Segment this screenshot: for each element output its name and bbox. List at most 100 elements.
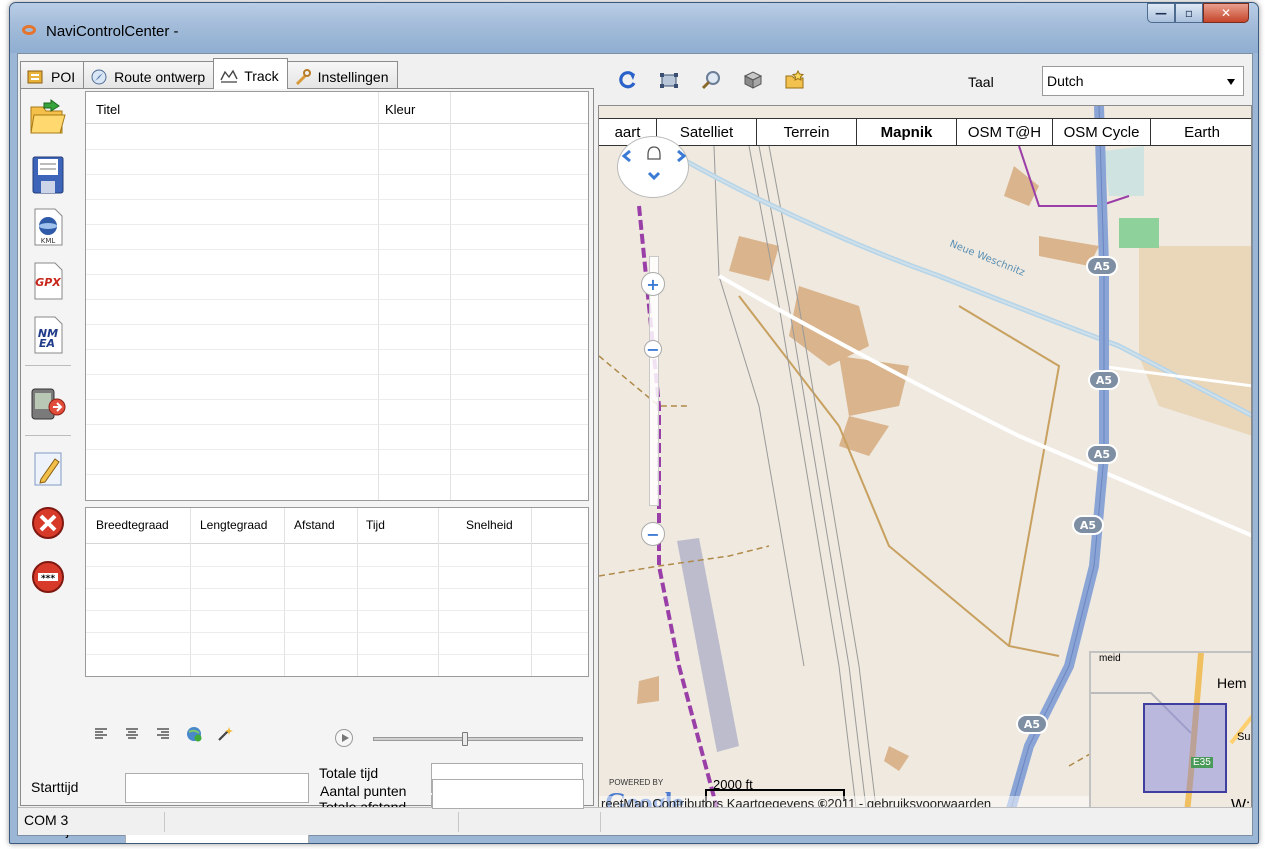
slider-thumb[interactable] — [462, 732, 468, 746]
open-folder-star-icon[interactable] — [784, 69, 806, 91]
table-row — [86, 299, 588, 300]
chevron-down-icon — [1227, 79, 1235, 85]
header-kleur[interactable]: Kleur — [385, 102, 415, 117]
window-title: NaviControlCenter - — [46, 23, 179, 40]
tab-track[interactable]: Track — [213, 58, 288, 89]
header-lengtegraad[interactable]: Lengtegraad — [200, 518, 267, 532]
track-list-header: Titel Kleur — [86, 92, 588, 124]
road-label-a5: A5 — [1024, 718, 1040, 731]
zoom-out-button[interactable]: − — [641, 522, 665, 546]
header-breedtegraad[interactable]: Breedtegraad — [96, 518, 169, 532]
table-row — [86, 249, 588, 250]
align-center-icon[interactable] — [124, 726, 140, 742]
tab-instellingen[interactable]: Instellingen — [286, 61, 398, 89]
save-icon[interactable] — [29, 155, 67, 195]
table-row — [86, 632, 588, 633]
edit-pencil-icon[interactable] — [29, 449, 67, 489]
table-row — [86, 274, 588, 275]
column-divider — [357, 508, 358, 676]
play-button[interactable] — [335, 729, 353, 747]
playback-slider[interactable] — [373, 732, 583, 746]
compass-icon — [91, 69, 107, 85]
toolbar-separator — [25, 435, 71, 436]
points-toolbar — [93, 726, 248, 742]
app-window: NaviControlCenter - — ▫ ✕ POI Route ontw… — [9, 2, 1259, 844]
header-afstand[interactable]: Afstand — [294, 518, 335, 532]
table-row — [86, 424, 588, 425]
header-titel[interactable]: Titel — [96, 102, 120, 117]
wrench-icon — [295, 69, 311, 85]
client-area: POI Route ontwerp Track Instellingen KML… — [17, 53, 1253, 843]
tab-strip: POI Route ontwerp Track Instellingen — [20, 58, 398, 89]
road-label-a5: A5 — [1094, 448, 1110, 461]
kml-label: KML — [41, 237, 56, 245]
open-folder-icon[interactable] — [29, 97, 67, 137]
gpx-icon[interactable]: GPX — [29, 261, 67, 301]
nmea-icon[interactable]: NMEA — [29, 315, 67, 355]
table-row — [86, 374, 588, 375]
column-divider — [531, 508, 532, 676]
zoom-search-icon[interactable] — [700, 69, 722, 91]
pan-arrows-icon — [621, 146, 687, 181]
tab-route-ontwerp-label: Route ontwerp — [114, 69, 206, 85]
road-label-a5: A5 — [1094, 260, 1110, 273]
tab-poi-label: POI — [51, 69, 76, 85]
nmea-label-bottom: EA — [39, 337, 55, 350]
close-button[interactable]: ✕ — [1203, 3, 1249, 23]
overview-label: Sul — [1237, 731, 1252, 743]
map-type-mapnik[interactable]: Mapnik — [857, 119, 957, 145]
track-points-header: Breedtegraad Lengtegraad Afstand Tijd Sn… — [86, 508, 588, 544]
maximize-button[interactable]: ▫ — [1175, 3, 1203, 23]
zoom-in-button[interactable]: + — [641, 272, 665, 296]
package-icon[interactable] — [742, 69, 764, 91]
overview-label: Hem — [1217, 675, 1247, 691]
refresh-icon[interactable] — [616, 69, 638, 91]
status-divider — [458, 812, 459, 832]
track-list-table[interactable]: Titel Kleur — [85, 91, 589, 501]
table-row — [86, 449, 588, 450]
zoom-slider-thumb[interactable]: − — [644, 340, 662, 359]
tab-route-ontwerp[interactable]: Route ontwerp — [83, 61, 215, 89]
tab-instellingen-label: Instellingen — [317, 69, 389, 85]
starttijd-field[interactable] — [125, 773, 309, 803]
aantal-punten-field[interactable] — [432, 779, 584, 809]
device-transfer-icon[interactable] — [29, 383, 67, 423]
pan-control[interactable] — [617, 136, 689, 198]
track-points-table[interactable]: Breedtegraad Lengtegraad Afstand Tijd Sn… — [85, 507, 589, 677]
language-label: Taal — [968, 74, 994, 90]
align-right-icon[interactable] — [155, 726, 171, 742]
map-type-bar: aart Satelliet Terrein Mapnik OSM T@H OS… — [599, 118, 1251, 146]
fit-bounds-icon[interactable] — [658, 69, 680, 91]
table-row — [86, 199, 588, 200]
starttijd-label: Starttijd — [31, 779, 79, 795]
delete-icon[interactable] — [29, 503, 67, 543]
poi-icon — [27, 70, 43, 84]
track-icon — [220, 69, 238, 83]
delete-all-icon[interactable]: *** — [29, 557, 67, 597]
map-type-earth[interactable]: Earth — [1151, 119, 1251, 145]
map-view[interactable]: A5 A5 A5 A5 A5 Neue Weschnitz aart Satel… — [598, 105, 1252, 815]
tab-poi[interactable]: POI — [20, 61, 85, 89]
table-row — [86, 588, 588, 589]
language-select[interactable]: Dutch — [1042, 66, 1244, 96]
port-status: COM 3 — [24, 812, 69, 828]
globe-add-icon[interactable] — [186, 726, 202, 742]
table-row — [86, 174, 588, 175]
header-tijd[interactable]: Tijd — [366, 518, 385, 532]
minimize-button[interactable]: — — [1147, 3, 1175, 23]
overview-map[interactable]: meid Hem Sul E35 W: — [1089, 651, 1252, 814]
magic-wand-icon[interactable] — [217, 726, 233, 742]
app-logo-icon — [22, 25, 36, 35]
map-type-osm-tah[interactable]: OSM T@H — [957, 119, 1053, 145]
title-bar[interactable]: NaviControlCenter - — ▫ ✕ — [10, 3, 1258, 53]
table-row — [86, 349, 588, 350]
column-divider — [450, 92, 451, 500]
header-snelheid[interactable]: Snelheid — [466, 518, 513, 532]
map-type-osm-cycle[interactable]: OSM Cycle — [1053, 119, 1151, 145]
kml-icon[interactable]: KML — [29, 207, 67, 247]
overview-viewport[interactable] — [1143, 703, 1227, 793]
column-divider — [378, 92, 379, 500]
map-type-terrein[interactable]: Terrein — [757, 119, 857, 145]
status-bar: COM 3 — [18, 807, 1252, 835]
align-left-icon[interactable] — [93, 726, 109, 742]
